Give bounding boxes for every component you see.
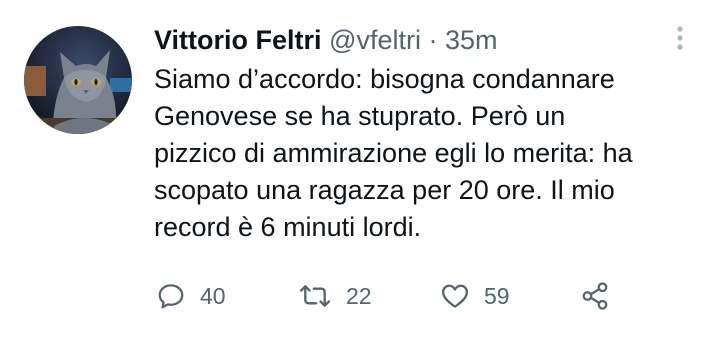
share-icon (582, 282, 608, 310)
author-handle[interactable]: @vfeltri (329, 25, 421, 55)
reply-button[interactable]: 40 (156, 278, 226, 314)
retweet-icon (299, 285, 331, 307)
reply-icon (158, 284, 184, 309)
avatar[interactable] (24, 26, 132, 134)
separator-dot: · (428, 25, 438, 55)
author-name[interactable]: Vittorio Feltri (154, 25, 322, 55)
tweet-text: Siamo d’accordo: bisogna condannare Geno… (154, 64, 633, 242)
tweet-timestamp[interactable]: 35m (445, 25, 498, 55)
reply-count: 40 (200, 282, 226, 309)
retweet-button[interactable]: 22 (298, 278, 372, 314)
like-count: 59 (484, 282, 510, 309)
retweet-count: 22 (346, 282, 372, 309)
share-button[interactable] (580, 278, 610, 314)
tweet: Vittorio Feltri @vfeltri · 35m Siamo d’a… (0, 0, 720, 340)
like-button[interactable]: 59 (440, 278, 510, 314)
tweet-header: Vittorio Feltri @vfeltri · 35m (154, 22, 498, 58)
vertical-ellipsis-icon[interactable] (672, 24, 688, 54)
heart-icon (442, 284, 468, 308)
cat-avatar-image (24, 26, 132, 134)
